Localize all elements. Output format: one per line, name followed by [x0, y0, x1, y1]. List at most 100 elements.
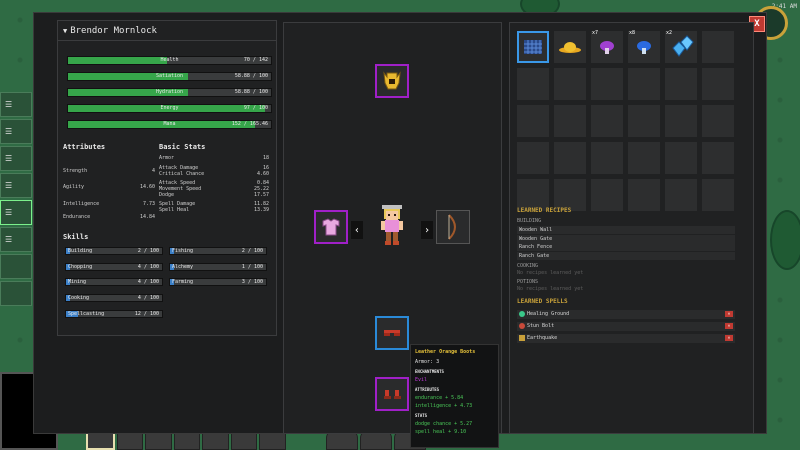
inventory-slot[interactable]: [554, 105, 586, 137]
recipe-item[interactable]: Wooden Wall: [517, 226, 735, 234]
mesh-item-icon: [524, 40, 542, 54]
hydration-value: 58.88 / 100: [234, 89, 268, 95]
skill-name: Fishing: [172, 248, 194, 254]
recipe-item[interactable]: Wooden Gate: [517, 235, 735, 243]
quickbar-slot[interactable]: [0, 254, 32, 279]
cooking-label: COOKING: [517, 263, 539, 269]
skill-name: Spellcasting: [68, 311, 105, 317]
inventory-slot[interactable]: [702, 105, 734, 137]
weapon-slot[interactable]: [436, 210, 470, 244]
attribute-row: Endurance 14.84: [63, 214, 155, 220]
tooltip-attribute: endurance + 5.84: [415, 395, 464, 401]
spell-item[interactable]: Earthquake ×: [517, 334, 735, 343]
collapse-triangle-icon[interactable]: ▼: [63, 27, 67, 35]
character-name: Brendor Mornlock: [70, 26, 157, 36]
quickbar-slot[interactable]: ☰: [0, 200, 32, 225]
skill-name: Mining: [68, 279, 87, 285]
skill-name: Cooking: [68, 295, 90, 301]
tree: [770, 210, 800, 270]
inventory-slot[interactable]: [665, 105, 697, 137]
inventory-slot[interactable]: [591, 179, 623, 211]
remove-spell-button[interactable]: ×: [725, 311, 733, 317]
arrow-right-button[interactable]: ›: [421, 221, 433, 239]
straw-hat-icon: [559, 42, 581, 53]
inventory-slot[interactable]: [628, 105, 660, 137]
inventory-slot[interactable]: [554, 31, 586, 63]
attribute-value: 4: [151, 168, 155, 174]
building-label: BUILDING: [517, 218, 542, 224]
inventory-slot[interactable]: [591, 105, 623, 137]
energy-value: 97 / 100: [243, 105, 268, 111]
skill-bar: Building 2 / 100: [65, 247, 163, 255]
red-pants-icon: [384, 330, 400, 336]
hydration-bar: Hydration 58.88 / 100: [67, 88, 272, 97]
tooltip-attributes-label: ATTRIBUTES: [415, 387, 440, 392]
chest-armor-slot[interactable]: [314, 210, 348, 244]
skill-bar: Alchemy 1 / 100: [169, 263, 267, 271]
inventory-slot[interactable]: [517, 105, 549, 137]
health-value: 70 / 142: [243, 57, 268, 63]
remove-spell-button[interactable]: ×: [725, 323, 733, 329]
satiation-value: 58.88 / 100: [234, 73, 268, 79]
inventory-slot[interactable]: [628, 68, 660, 100]
skill-value: 1 / 100: [241, 264, 263, 270]
inventory-slot[interactable]: [554, 68, 586, 100]
inventory-slot[interactable]: x2: [665, 30, 697, 63]
learned-recipes-title: LEARNED RECIPES: [517, 207, 572, 214]
character-header[interactable]: ▼ Brendor Mornlock: [58, 21, 276, 41]
quickbar-slot[interactable]: ☰: [0, 92, 32, 117]
attribute-value: 14.84: [139, 214, 155, 220]
inventory-slot[interactable]: [702, 68, 734, 100]
arrow-left-button[interactable]: ‹: [351, 221, 363, 239]
inventory-slot[interactable]: [665, 179, 697, 211]
stat-value: 18: [262, 155, 269, 161]
skill-value: 2 / 100: [241, 248, 263, 254]
healing-spell-icon: [519, 311, 525, 317]
remove-spell-button[interactable]: ×: [725, 335, 733, 341]
skill-value: 2 / 100: [137, 248, 159, 254]
inventory-slot[interactable]: [517, 68, 549, 100]
inventory-slot[interactable]: [702, 31, 734, 63]
quickbar-slot[interactable]: ☰: [0, 146, 32, 171]
golden-helmet-icon: [383, 71, 401, 90]
skill-value: 12 / 100: [134, 311, 159, 317]
spell-item[interactable]: Stun Bolt ×: [517, 322, 735, 331]
quickbar-slot[interactable]: ☰: [0, 119, 32, 144]
inventory-slot[interactable]: [628, 179, 660, 211]
inventory-slot[interactable]: [702, 142, 734, 174]
legs-slot[interactable]: [375, 316, 409, 350]
quickbar-slot[interactable]: ☰: [0, 173, 32, 198]
spell-item[interactable]: Healing Ground ×: [517, 310, 735, 319]
skill-name: Farming: [172, 279, 194, 285]
attribute-label: Agility: [63, 184, 85, 190]
attribute-label: Intelligence: [63, 201, 100, 207]
inventory-slot[interactable]: [517, 142, 549, 174]
cooking-empty-text: No recipes learned yet: [517, 270, 584, 276]
skill-bar: Cooking 4 / 100: [65, 294, 163, 302]
inventory-slot[interactable]: [591, 68, 623, 100]
inventory-slot[interactable]: x7: [591, 30, 623, 63]
recipe-item[interactable]: Ranch Fence: [517, 243, 735, 251]
inventory-slot[interactable]: [665, 142, 697, 174]
quickbar-slot[interactable]: [0, 281, 32, 306]
boots-slot[interactable]: [375, 377, 409, 411]
inventory-slot[interactable]: x8: [628, 30, 660, 63]
skill-name: Alchemy: [172, 264, 194, 270]
inventory-slot[interactable]: [628, 142, 660, 174]
quickbar-slot[interactable]: ☰: [0, 227, 32, 252]
inventory-slot[interactable]: [554, 142, 586, 174]
tooltip-enchantments-label: ENCHANTMENTS: [415, 369, 444, 374]
inventory-slot[interactable]: [665, 68, 697, 100]
attribute-value: 7.73: [142, 201, 155, 207]
inventory-slot[interactable]: [517, 31, 549, 63]
stat-row: Dodge 17.57: [159, 192, 269, 198]
inventory-slot[interactable]: [591, 142, 623, 174]
energy-bar: Energy 97 / 100: [67, 104, 272, 113]
inventory-slot[interactable]: [702, 179, 734, 211]
inventory-grid: x7 x8 x2: [517, 30, 734, 211]
skills-title: Skills: [63, 233, 89, 241]
recipe-item[interactable]: Ranch Gate: [517, 252, 735, 260]
helmet-slot[interactable]: [375, 64, 409, 98]
orange-boots-icon: [384, 390, 401, 399]
skill-bar: Chopping 4 / 100: [65, 263, 163, 271]
